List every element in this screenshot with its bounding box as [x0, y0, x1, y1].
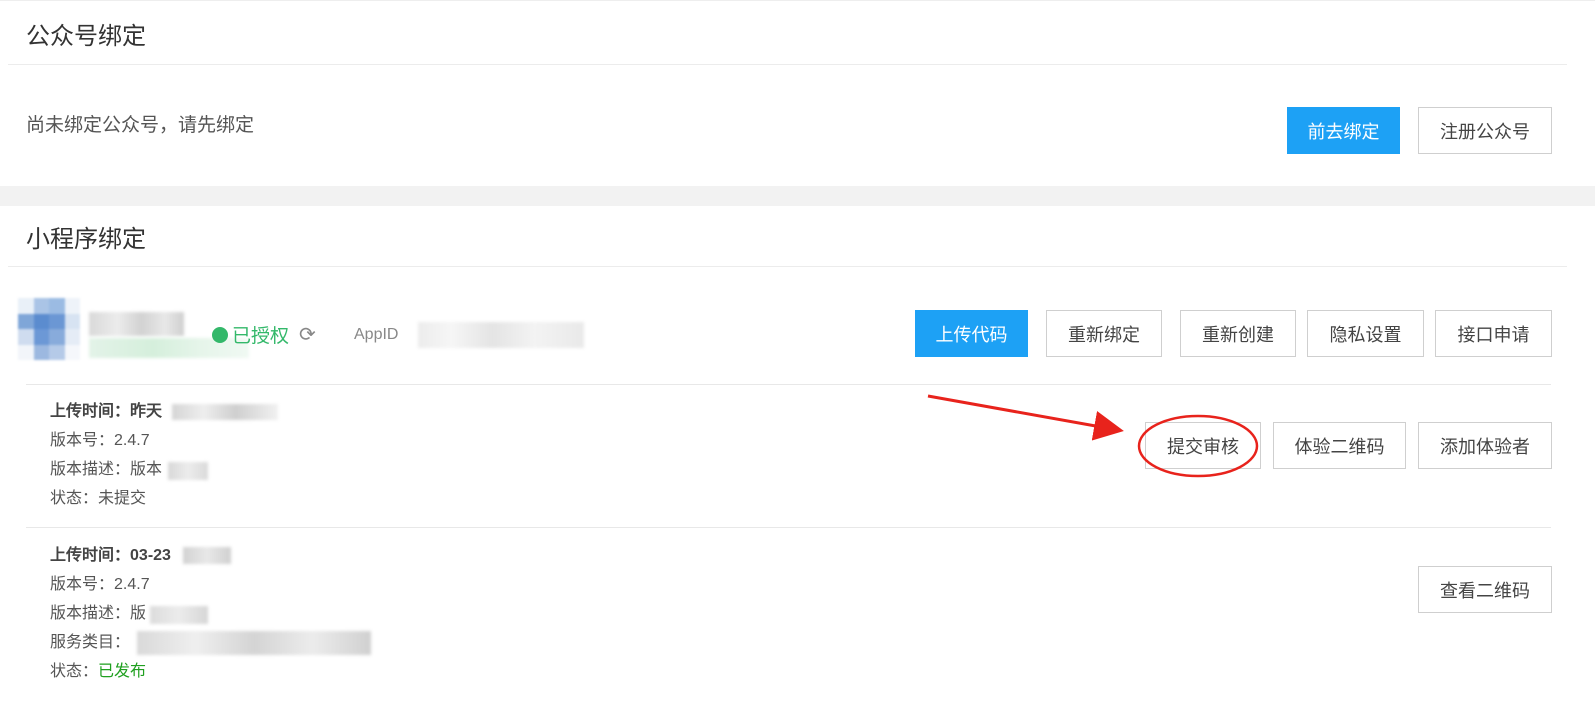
- published-status: 已发布: [98, 663, 147, 680]
- view-qrcode-button[interactable]: 查看二维码: [1418, 566, 1552, 613]
- version-row: 版本号：2.4.7: [50, 432, 150, 449]
- privacy-settings-button[interactable]: 隐私设置: [1307, 310, 1424, 357]
- upload-time-redacted: [183, 547, 231, 564]
- upload-time-row: 上传时间：昨天: [50, 403, 163, 420]
- status-row: 状态：未提交: [50, 490, 147, 507]
- official-account-hint: 尚未绑定公众号，请先绑定: [26, 115, 255, 136]
- status-row: 状态：已发布: [50, 663, 147, 680]
- upload-time-redacted: [172, 404, 278, 420]
- version-info-draft: 上传时间：昨天 版本号：2.4.7 版本描述：版本 状态：未提交: [50, 397, 162, 513]
- submit-review-button[interactable]: 提交审核: [1145, 422, 1261, 469]
- row-divider: [26, 384, 1551, 385]
- row-divider: [26, 527, 1551, 528]
- register-account-button[interactable]: 注册公众号: [1418, 107, 1552, 154]
- rebind-button[interactable]: 重新绑定: [1046, 310, 1162, 357]
- experience-qrcode-button[interactable]: 体验二维码: [1273, 422, 1406, 469]
- api-apply-button[interactable]: 接口申请: [1435, 310, 1552, 357]
- add-tester-button[interactable]: 添加体验者: [1418, 422, 1552, 469]
- appid-label: AppID: [354, 326, 399, 343]
- official-account-panel: 公众号绑定 尚未绑定公众号，请先绑定 前去绑定 注册公众号: [0, 0, 1595, 187]
- mini-program-name-redacted: [89, 312, 184, 336]
- auth-status: 已授权 ⟳: [212, 321, 316, 348]
- check-circle-icon: [212, 326, 228, 343]
- upload-code-button[interactable]: 上传代码: [915, 310, 1028, 357]
- service-category-redacted: [137, 631, 371, 655]
- version-row: 版本号：2.4.7: [50, 576, 150, 593]
- official-account-title: 公众号绑定: [26, 23, 146, 50]
- go-bind-button[interactable]: 前去绑定: [1287, 107, 1400, 154]
- mini-program-avatar: [18, 298, 80, 360]
- auth-status-label: 已授权: [232, 326, 290, 347]
- appid-value-redacted: [418, 322, 584, 348]
- section-gap: [0, 186, 1595, 206]
- upload-time-row: 上传时间：03-23: [50, 547, 171, 564]
- section-divider: [8, 64, 1567, 65]
- description-redacted: [150, 606, 208, 624]
- description-row: 版本描述：版本: [50, 461, 163, 478]
- description-redacted: [168, 462, 208, 480]
- refresh-icon[interactable]: ⟳: [299, 322, 316, 347]
- mini-program-title: 小程序绑定: [26, 226, 146, 253]
- section-divider: [8, 266, 1567, 267]
- recreate-button[interactable]: 重新创建: [1180, 310, 1296, 357]
